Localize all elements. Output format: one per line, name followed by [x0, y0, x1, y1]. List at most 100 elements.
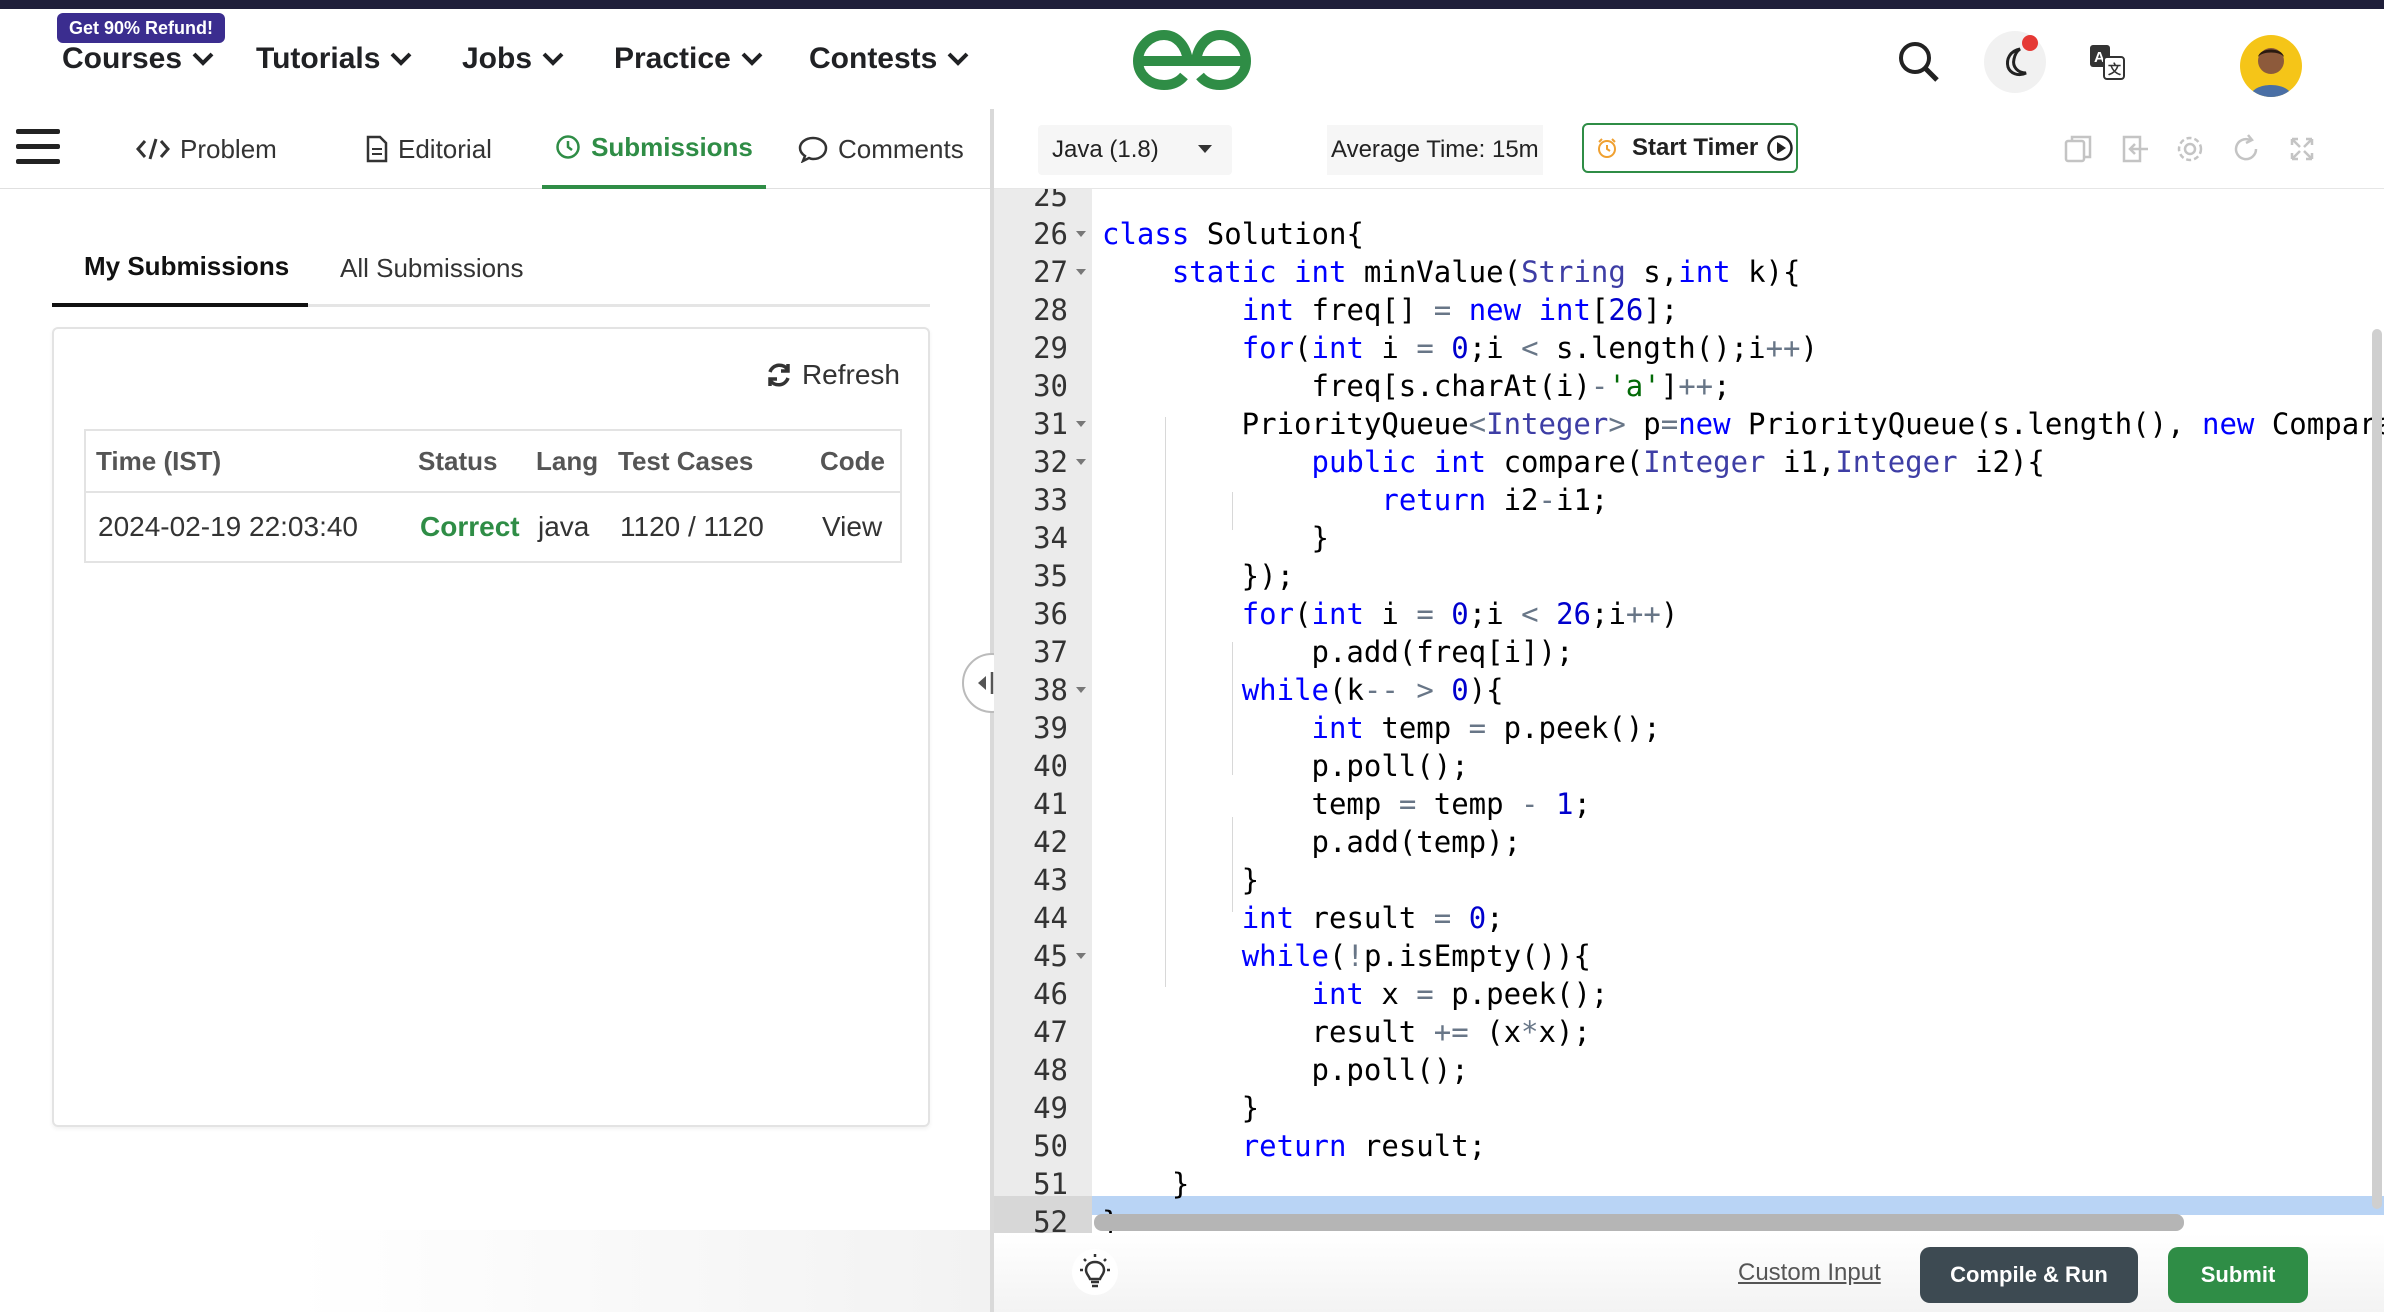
code-text: temp = temp - 1;	[1102, 785, 1591, 823]
start-timer-button[interactable]: Start Timer	[1582, 123, 1798, 173]
code-text: });	[1102, 557, 1294, 595]
fold-arrow-icon[interactable]	[1076, 687, 1086, 693]
tab-problem[interactable]: Problem	[136, 109, 277, 189]
nav-practice[interactable]: Practice	[614, 39, 763, 79]
code-token: 0	[1451, 331, 1469, 365]
code-token: [	[1590, 293, 1609, 327]
submission-subtabs: My Submissions All Submissions	[52, 229, 930, 307]
code-line: 37 p.add(freq[i]);	[994, 633, 2384, 671]
view-code-link[interactable]: View	[822, 511, 882, 543]
code-token: int	[1294, 255, 1347, 289]
code-token: k){	[1730, 255, 1801, 289]
code-token: result;	[1346, 1129, 1487, 1163]
code-line: 41 temp = temp - 1;	[994, 785, 2384, 823]
refresh-icon	[768, 363, 790, 387]
code-token: result	[1294, 901, 1434, 935]
table-header: Time (IST) Status Lang Test Cases Code	[86, 431, 900, 493]
code-token: ]	[1660, 369, 1679, 403]
custom-input-link[interactable]: Custom Input	[1738, 1259, 1881, 1287]
code-editor[interactable]: 25 26 class Solution{27 static int minValu…	[994, 189, 2384, 1233]
tab-comments[interactable]: Comments	[798, 109, 964, 189]
code-text: p.poll();	[1102, 747, 1469, 785]
nav-contests[interactable]: Contests	[809, 39, 969, 79]
code-token: p.peek();	[1433, 977, 1609, 1011]
code-token: int	[1311, 331, 1364, 365]
fold-arrow-icon[interactable]	[1076, 269, 1086, 275]
tab-label: Editorial	[398, 133, 492, 164]
column-header: Status	[418, 445, 498, 476]
line-number: 30	[1033, 369, 1068, 403]
code-token: p	[1625, 407, 1661, 441]
code-token: for	[1241, 331, 1295, 365]
code-line: 46 int x = p.peek();	[994, 975, 2384, 1013]
lightbulb-icon[interactable]	[1072, 1249, 1118, 1295]
tab-my-submissions[interactable]: My Submissions	[52, 229, 308, 307]
submit-button[interactable]: Submit	[2168, 1247, 2308, 1303]
code-token: )	[1660, 597, 1679, 631]
settings-icon[interactable]	[2172, 131, 2208, 167]
code-token: class	[1102, 217, 1190, 251]
code-line: 47 result += (x*x);	[994, 1013, 2384, 1051]
code-token: for	[1241, 597, 1295, 631]
copy-icon[interactable]	[2060, 131, 2096, 167]
nav-tutorials[interactable]: Tutorials	[256, 39, 412, 79]
menu-icon[interactable]	[16, 129, 60, 169]
indent-guide	[1232, 642, 1233, 775]
line-number: 46	[1033, 977, 1068, 1011]
submission-test-cases: 1120 / 1120	[620, 511, 764, 542]
line-number: 52	[1033, 1205, 1068, 1233]
line-number: 29	[1033, 331, 1068, 365]
code-token: >	[1416, 673, 1434, 707]
fold-arrow-icon[interactable]	[1076, 953, 1086, 959]
code-text: int temp = p.peek();	[1102, 709, 1661, 747]
fold-arrow-icon[interactable]	[1076, 231, 1086, 237]
nav-jobs[interactable]: Jobs	[462, 39, 564, 79]
compile-run-button[interactable]: Compile & Run	[1920, 1247, 2138, 1303]
code-token: result	[1102, 1015, 1434, 1049]
code-text: result += (x*x);	[1102, 1013, 1591, 1051]
translate-icon[interactable]: A文	[2076, 31, 2138, 93]
line-number: 33	[1033, 483, 1068, 517]
geeksforgeeks-logo-icon[interactable]	[1130, 27, 1254, 93]
tab-all-submissions[interactable]: All Submissions	[340, 229, 524, 307]
code-token: Comparator	[2271, 407, 2384, 441]
code-token: -	[1521, 787, 1539, 821]
fold-arrow-icon[interactable]	[1076, 421, 1086, 427]
code-line: 44 int result = 0;	[994, 899, 2384, 937]
code-token: 26	[1608, 293, 1644, 327]
code-token: =	[1416, 331, 1434, 365]
code-token: (	[1294, 597, 1312, 631]
code-token: }	[1102, 863, 1260, 897]
fullscreen-icon[interactable]	[2284, 131, 2320, 167]
nav-label: Courses	[62, 42, 183, 75]
import-icon[interactable]	[2116, 131, 2152, 167]
code-token: i2){	[1957, 445, 2045, 479]
column-header: Lang	[536, 445, 599, 476]
reset-icon[interactable]	[2228, 131, 2264, 167]
code-text: public int compare(Integer i1,Integer i2…	[1102, 443, 2045, 481]
tab-submissions[interactable]: Submissions	[542, 109, 766, 189]
document-icon	[366, 135, 388, 163]
fold-arrow-icon[interactable]	[1076, 459, 1086, 465]
refresh-button[interactable]: Refresh	[764, 359, 900, 391]
horizontal-scrollbar[interactable]	[1094, 1214, 2184, 1231]
code-token: return	[1241, 1129, 1347, 1163]
panel-fade	[0, 1230, 990, 1312]
search-icon[interactable]	[1888, 31, 1950, 93]
tab-editorial[interactable]: Editorial	[366, 109, 492, 189]
user-avatar[interactable]	[2240, 35, 2302, 97]
code-token: s,	[1625, 255, 1679, 289]
nav-courses[interactable]: Courses	[62, 39, 214, 79]
language-select[interactable]: Java (1.8)	[1038, 125, 1232, 175]
column-header: Test Cases	[618, 445, 754, 476]
code-line: 39 int temp = p.peek();	[994, 709, 2384, 747]
code-text: static int minValue(String s,int k){	[1102, 253, 1801, 291]
site-header: Get 90% Refund! Courses Tutorials Jobs P…	[0, 9, 2384, 109]
vertical-scrollbar[interactable]	[2372, 329, 2382, 1209]
indent-guide	[1165, 417, 1166, 987]
moon-icon[interactable]	[1984, 31, 2046, 93]
